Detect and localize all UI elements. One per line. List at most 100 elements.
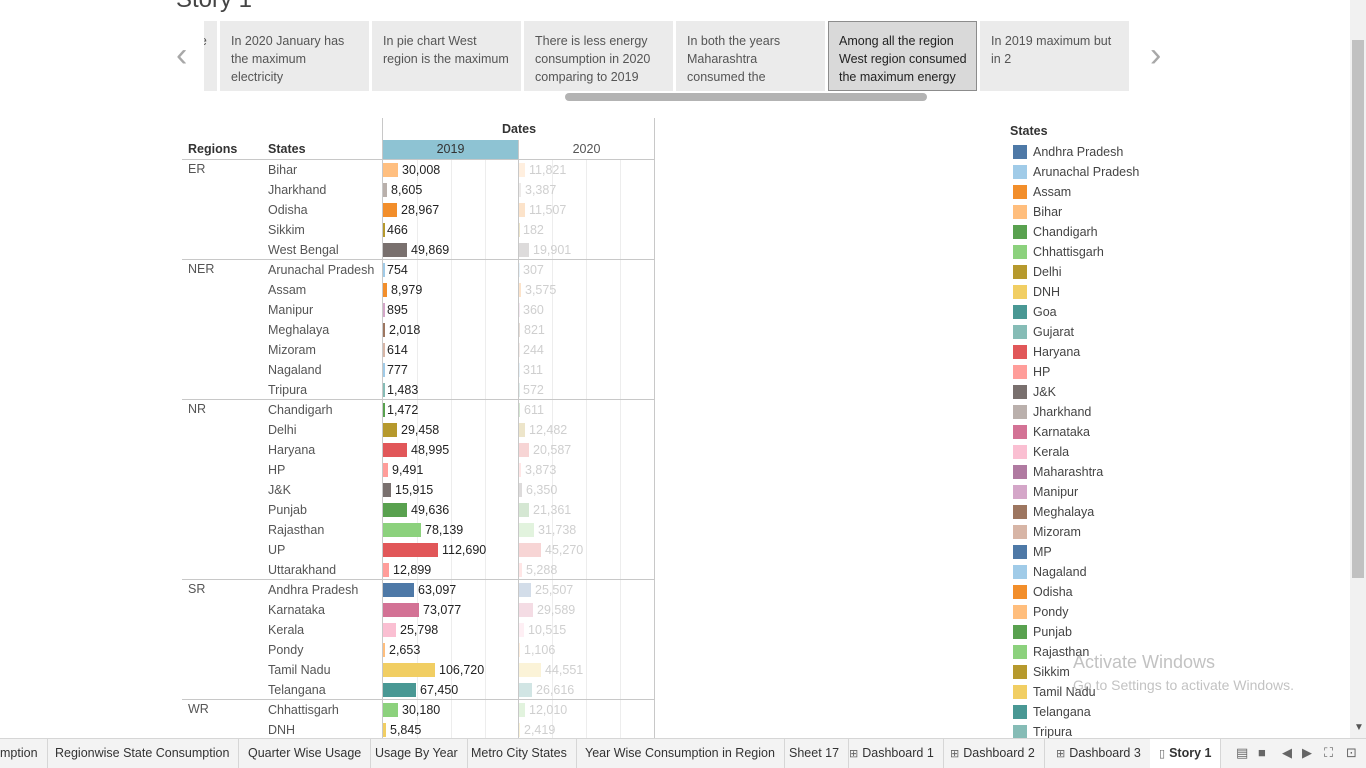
- bar-2019[interactable]: [383, 303, 385, 317]
- state-name[interactable]: Rajasthan: [268, 523, 324, 537]
- state-name[interactable]: West Bengal: [268, 243, 339, 257]
- story-caption[interactable]: In 2019 maximum but in 2: [980, 21, 1129, 91]
- bar-2020[interactable]: [519, 163, 525, 177]
- state-name[interactable]: Jharkhand: [268, 183, 326, 197]
- navigator-scrollbar[interactable]: [565, 93, 927, 101]
- bar-2019[interactable]: [383, 243, 407, 257]
- story-caption[interactable]: There is less energy consumption in 2020…: [524, 21, 673, 91]
- bar-2019[interactable]: [383, 683, 416, 697]
- bar-2019[interactable]: [383, 443, 407, 457]
- legend-item[interactable]: Sikkim: [1013, 662, 1070, 682]
- legend-item[interactable]: Meghalaya: [1013, 502, 1094, 522]
- bar-2020[interactable]: [519, 423, 525, 437]
- sheet-tab[interactable]: Sheet 17: [780, 739, 850, 768]
- sheet-tab[interactable]: ⊞ Dashboard 1: [840, 739, 944, 768]
- legend-item[interactable]: Haryana: [1013, 342, 1080, 362]
- bar-2020[interactable]: [519, 643, 520, 657]
- filmstrip-icon[interactable]: ■: [1258, 745, 1266, 760]
- next-caption-arrow-icon[interactable]: ›: [1150, 38, 1161, 72]
- bar-2019[interactable]: [383, 343, 385, 357]
- state-name[interactable]: Bihar: [268, 163, 297, 177]
- bar-2019[interactable]: [383, 183, 387, 197]
- fullscreen-icon[interactable]: ⛶: [1324, 745, 1333, 761]
- year-2020-header[interactable]: 2020: [519, 140, 654, 159]
- prev-sheet-icon[interactable]: ◀: [1282, 745, 1292, 761]
- story-caption[interactable]: In both the years Maharashtra consumed t…: [676, 21, 825, 91]
- state-name[interactable]: Punjab: [268, 503, 307, 517]
- legend-item[interactable]: DNH: [1013, 282, 1060, 302]
- bar-2020[interactable]: [519, 203, 525, 217]
- bar-2019[interactable]: [383, 363, 385, 377]
- state-name[interactable]: Tripura: [268, 383, 307, 397]
- legend-item[interactable]: Bihar: [1013, 202, 1062, 222]
- legend-item[interactable]: Assam: [1013, 182, 1071, 202]
- sheet-tab[interactable]: mption: [0, 739, 48, 768]
- story-caption[interactable]: Among all the region West region consume…: [828, 21, 977, 91]
- sheet-tab[interactable]: Metro City States: [462, 739, 577, 768]
- bar-2019[interactable]: [383, 383, 385, 397]
- bar-2020[interactable]: [519, 603, 533, 617]
- state-name[interactable]: Chhattisgarh: [268, 703, 339, 717]
- state-name[interactable]: Tamil Nadu: [268, 663, 331, 677]
- bar-2019[interactable]: [383, 643, 385, 657]
- scrollbar-thumb[interactable]: [1352, 40, 1364, 578]
- legend-item[interactable]: Kerala: [1013, 442, 1069, 462]
- sheet-tab[interactable]: Regionwise State Consumption: [46, 739, 240, 768]
- bar-2020[interactable]: [519, 263, 520, 277]
- bar-2019[interactable]: [383, 203, 397, 217]
- state-name[interactable]: Uttarakhand: [268, 563, 336, 577]
- bar-2019[interactable]: [383, 463, 388, 477]
- bar-2020[interactable]: [519, 363, 520, 377]
- bar-2019[interactable]: [383, 663, 435, 677]
- scroll-down-arrow-icon[interactable]: ▼: [1354, 722, 1364, 733]
- bar-2020[interactable]: [519, 403, 520, 417]
- story-caption[interactable]: In pie chart West region is the maximum: [372, 21, 521, 91]
- bar-2020[interactable]: [519, 663, 541, 677]
- legend-item[interactable]: Punjab: [1013, 622, 1072, 642]
- state-name[interactable]: Pondy: [268, 643, 303, 657]
- bar-2019[interactable]: [383, 423, 397, 437]
- legend-item[interactable]: Chhattisgarh: [1013, 242, 1104, 262]
- sheet-tab[interactable]: ⊞ Dashboard 3: [1047, 739, 1151, 768]
- bar-2020[interactable]: [519, 463, 521, 477]
- legend-item[interactable]: Gujarat: [1013, 322, 1074, 342]
- state-name[interactable]: Nagaland: [268, 363, 322, 377]
- state-name[interactable]: Kerala: [268, 623, 304, 637]
- state-name[interactable]: Odisha: [268, 203, 308, 217]
- bar-2020[interactable]: [519, 483, 522, 497]
- state-name[interactable]: Sikkim: [268, 223, 305, 237]
- legend-item[interactable]: Karnataka: [1013, 422, 1090, 442]
- legend-item[interactable]: Maharashtra: [1013, 462, 1103, 482]
- bar-2020[interactable]: [519, 523, 534, 537]
- bar-2019[interactable]: [383, 703, 398, 717]
- legend-item[interactable]: Odisha: [1013, 582, 1073, 602]
- bar-2020[interactable]: [519, 183, 521, 197]
- bar-2019[interactable]: [383, 543, 438, 557]
- year-2019-header[interactable]: 2019: [383, 140, 518, 159]
- bar-2020[interactable]: [519, 383, 520, 397]
- legend-item[interactable]: Arunachal Pradesh: [1013, 162, 1139, 182]
- bar-2020[interactable]: [519, 683, 532, 697]
- state-name[interactable]: Telangana: [268, 683, 326, 697]
- bar-2020[interactable]: [519, 583, 531, 597]
- legend-item[interactable]: Goa: [1013, 302, 1057, 322]
- state-name[interactable]: Haryana: [268, 443, 315, 457]
- state-name[interactable]: Delhi: [268, 423, 297, 437]
- present-icon[interactable]: ⊡: [1346, 745, 1357, 761]
- legend-item[interactable]: MP: [1013, 542, 1052, 562]
- bar-2019[interactable]: [383, 223, 385, 237]
- bar-2020[interactable]: [519, 343, 520, 357]
- next-sheet-icon[interactable]: ▶: [1302, 745, 1312, 761]
- story-caption[interactable]: In 2019 August has the maximum electrici…: [204, 21, 217, 91]
- state-name[interactable]: Arunachal Pradesh: [268, 263, 374, 277]
- bar-2019[interactable]: [383, 483, 391, 497]
- bar-2019[interactable]: [383, 403, 385, 417]
- legend-item[interactable]: Mizoram: [1013, 522, 1081, 542]
- state-name[interactable]: Karnataka: [268, 603, 325, 617]
- bar-2020[interactable]: [519, 323, 520, 337]
- legend-item[interactable]: Andhra Pradesh: [1013, 142, 1123, 162]
- legend-item[interactable]: Manipur: [1013, 482, 1078, 502]
- bar-2020[interactable]: [519, 303, 520, 317]
- bar-2020[interactable]: [519, 443, 529, 457]
- bar-2020[interactable]: [519, 283, 521, 297]
